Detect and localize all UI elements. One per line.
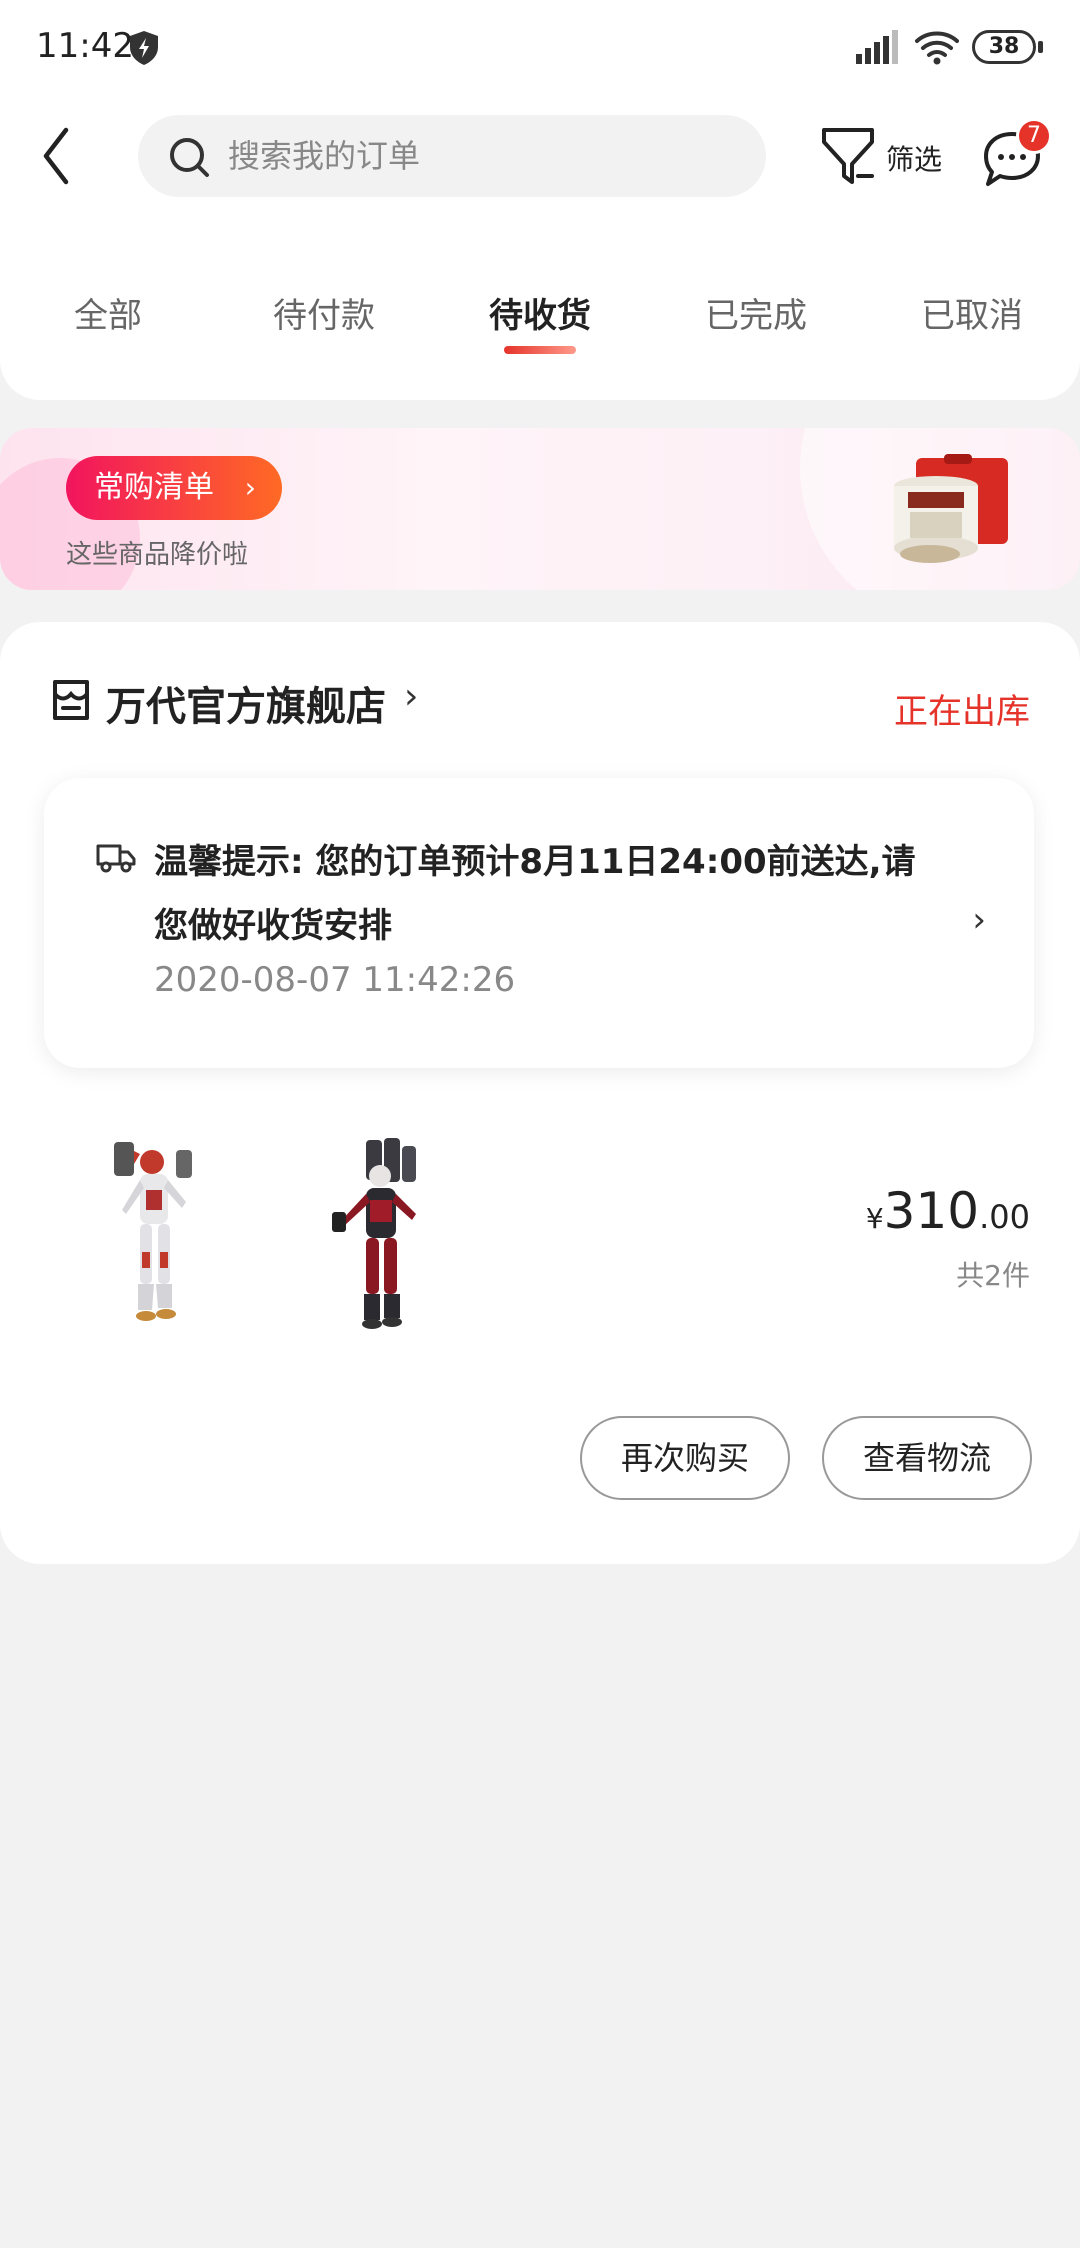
filter-label: 筛选 xyxy=(886,143,943,176)
item-count: 共2件 xyxy=(956,1259,1030,1292)
tab-all[interactable]: 全部 xyxy=(74,288,142,337)
status-time: 11:42 xyxy=(36,26,134,66)
wifi-icon xyxy=(915,31,959,65)
order-tabs: 全部 待付款 待收货 已完成 已取消 xyxy=(0,280,1080,360)
battery-indicator: 38 xyxy=(972,30,1043,64)
order-card[interactable]: 万代官方旗舰店 › 正在出库 温馨提示: 您的订单预计8月11日24:00前送达… xyxy=(0,622,1080,1564)
signal-icon xyxy=(856,30,898,64)
status-bar: 11:42 38 xyxy=(0,0,1080,96)
store-icon xyxy=(53,680,89,720)
battery-level: 38 xyxy=(972,30,1036,64)
filter-icon xyxy=(822,128,874,184)
shield-icon xyxy=(130,31,158,65)
buy-again-button[interactable]: 再次购买 xyxy=(580,1416,790,1500)
search-icon xyxy=(170,138,209,177)
search-box[interactable] xyxy=(138,115,766,197)
chevron-right-icon: › xyxy=(404,676,419,717)
chevron-right-icon: › xyxy=(972,900,986,940)
search-input[interactable] xyxy=(228,115,728,197)
price-decimal: .00 xyxy=(979,1198,1030,1236)
tab-pending-payment[interactable]: 待付款 xyxy=(273,288,375,337)
top-header-area: 11:42 38 搜索我的订单 筛选 7 全部 待付款 待收货 已完成 已取消 xyxy=(0,0,1080,400)
price-currency-symbol: ¥ xyxy=(865,1202,884,1235)
message-badge: 7 xyxy=(1016,118,1052,154)
order-total-price: ¥310.00 xyxy=(866,1182,1030,1240)
tab-cancelled[interactable]: 已取消 xyxy=(921,288,1023,337)
delivery-tip-text: 温馨提示: 您的订单预计8月11日24:00前送达,请您做好收货安排 xyxy=(154,842,916,946)
battery-tip xyxy=(1038,41,1043,53)
tab-active-indicator xyxy=(504,346,576,354)
price-integer: 310 xyxy=(883,1182,980,1240)
store-name[interactable]: 万代官方旗舰店 xyxy=(106,674,386,732)
order-status: 正在出库 xyxy=(894,692,1030,732)
tab-completed[interactable]: 已完成 xyxy=(705,288,807,337)
delivery-tip-card[interactable]: 温馨提示: 您的订单预计8月11日24:00前送达,请您做好收货安排 2020-… xyxy=(44,778,1034,1068)
promo-subtitle: 这些商品降价啦 xyxy=(66,540,249,570)
product-image-figure-red[interactable] xyxy=(326,1138,436,1332)
frequent-purchase-banner[interactable]: 常购清单 › 这些商品降价啦 xyxy=(0,428,1080,590)
promo-title: 常购清单 xyxy=(94,470,214,505)
frequent-purchase-button[interactable]: 常购清单 › xyxy=(66,456,282,520)
view-logistics-button[interactable]: 查看物流 xyxy=(822,1416,1032,1500)
filter-button[interactable]: 筛选 xyxy=(820,124,946,188)
back-button[interactable] xyxy=(36,124,80,188)
truck-icon xyxy=(96,844,136,873)
product-image-figure-white[interactable] xyxy=(104,1140,216,1332)
chevron-right-icon: › xyxy=(244,471,256,504)
message-button[interactable]: 7 xyxy=(978,118,1058,198)
delivery-tip-time: 2020-08-07 11:42:26 xyxy=(154,960,516,1000)
product-jar-image xyxy=(894,454,1008,563)
tab-pending-receipt[interactable]: 待收货 xyxy=(489,288,591,337)
